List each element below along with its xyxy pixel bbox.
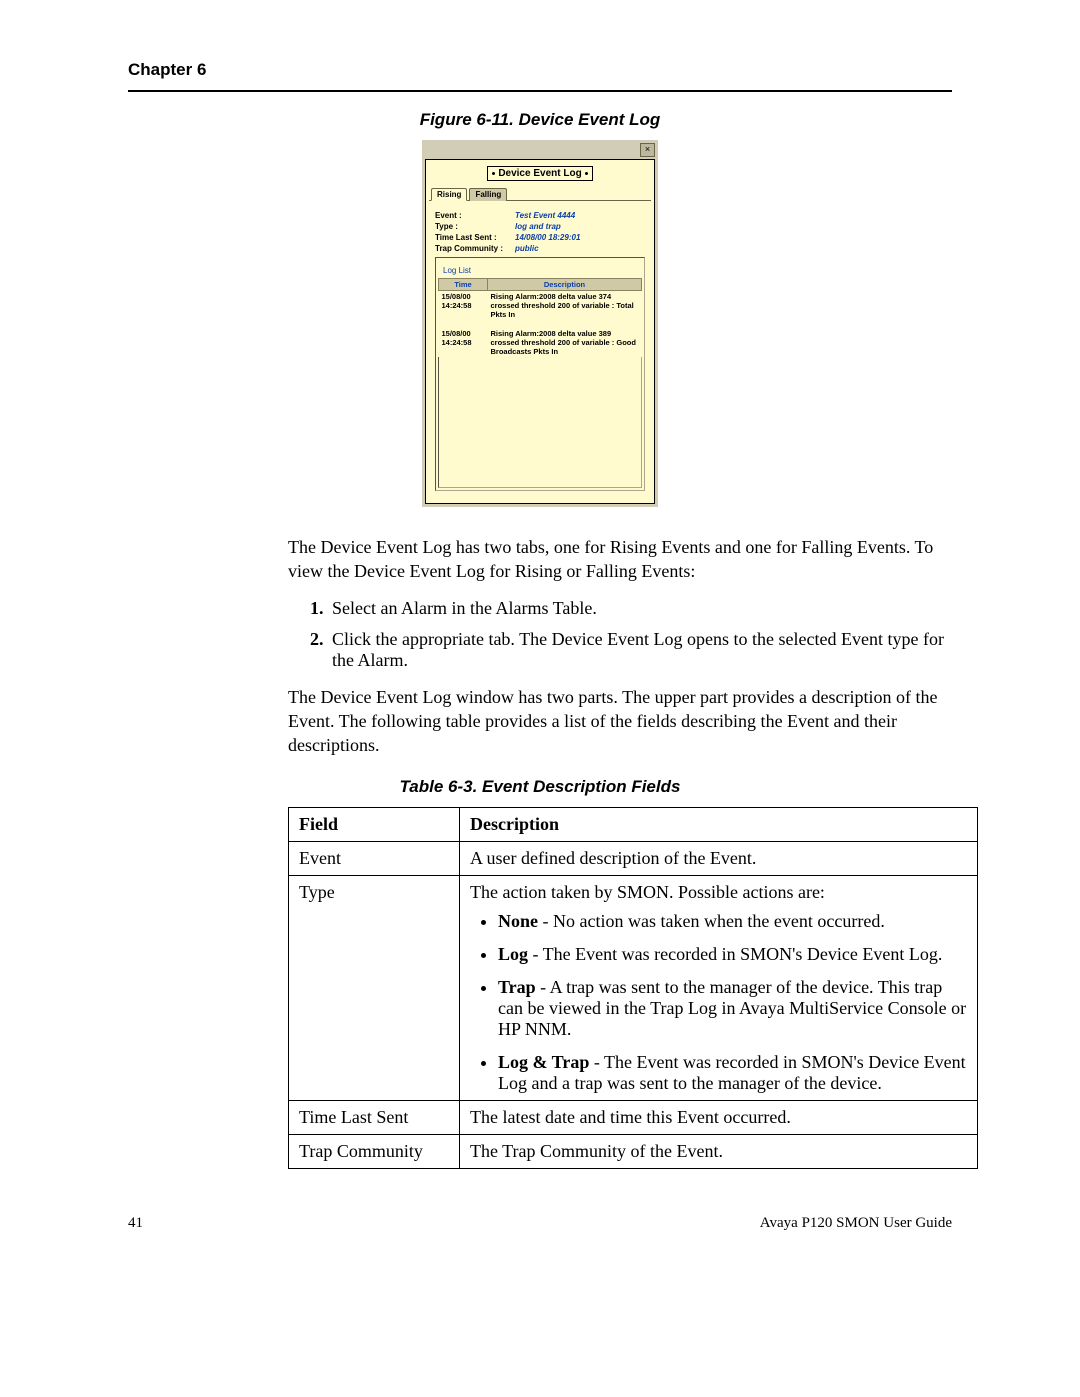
step-1: Select an Alarm in the Alarms Table. [328, 598, 952, 619]
log-th-desc: Description [488, 279, 642, 291]
dialog-title: Device Event Log [487, 166, 592, 181]
list-item: Log - The Event was recorded in SMON's D… [498, 944, 967, 965]
tab-falling[interactable]: Falling [469, 188, 507, 201]
table-row: Trap Community The Trap Community of the… [289, 1135, 978, 1169]
field-trapcommunity-label: Trap Community : [435, 244, 515, 253]
tab-rising[interactable]: Rising [431, 188, 467, 201]
close-icon[interactable]: × [640, 143, 655, 157]
event-description-table: Field Description Event A user defined d… [288, 807, 978, 1169]
step-2: Click the appropriate tab. The Device Ev… [328, 629, 952, 671]
field-event-value: Test Event 4444 [515, 211, 645, 220]
table-row: Event A user defined description of the … [289, 842, 978, 876]
dialog-outer: × Device Event Log Rising Falling Ev [422, 140, 658, 507]
log-row: 15/08/00 14:24:58 Rising Alarm:2008 delt… [439, 328, 642, 357]
table-row: Type The action taken by SMON. Possible … [289, 876, 978, 1101]
dot-icon [585, 172, 588, 175]
th-field: Field [289, 808, 460, 842]
loglist-frame: Log List Time Description [435, 257, 645, 491]
guide-title: Avaya P120 SMON User Guide [760, 1215, 952, 1232]
field-trapcommunity-value: public [515, 244, 645, 253]
table-caption: Table 6-3. Event Description Fields [128, 777, 952, 797]
paragraph: The Device Event Log has two tabs, one f… [288, 535, 952, 584]
field-type-value: log and trap [515, 222, 645, 231]
field-event-label: Event : [435, 211, 515, 220]
list-item: Log & Trap - The Event was recorded in S… [498, 1052, 967, 1094]
header-rule [128, 90, 952, 92]
chapter-header: Chapter 6 [128, 60, 952, 80]
field-timelastsent-value: 14/08/00 18:29:01 [515, 233, 645, 242]
field-type-label: Type : [435, 222, 515, 231]
type-intro: The action taken by SMON. Possible actio… [470, 882, 967, 903]
list-item: None - No action was taken when the even… [498, 911, 967, 932]
list-item: Trap - A trap was sent to the manager of… [498, 977, 967, 1040]
tab-pane: Event : Test Event 4444 Type : log and t… [429, 200, 651, 499]
page-number: 41 [128, 1215, 143, 1232]
field-timelastsent-label: Time Last Sent : [435, 233, 515, 242]
log-table: Time Description 15/08/00 14:24:58 [438, 278, 642, 357]
body-text: The Device Event Log has two tabs, one f… [128, 535, 952, 757]
paragraph: The Device Event Log window has two part… [288, 685, 952, 758]
dot-icon [492, 172, 495, 175]
loglist-label: Log List [441, 266, 473, 275]
figure-caption: Figure 6-11. Device Event Log [128, 110, 952, 130]
page-footer: 41 Avaya P120 SMON User Guide [128, 1215, 952, 1232]
dialog-title-text: Device Event Log [498, 168, 581, 179]
log-th-time: Time [439, 279, 488, 291]
log-row: 15/08/00 14:24:58 Rising Alarm:2008 delt… [439, 291, 642, 321]
figure-device-event-log: × Device Event Log Rising Falling Ev [128, 140, 952, 507]
th-description: Description [460, 808, 978, 842]
table-row: Time Last Sent The latest date and time … [289, 1101, 978, 1135]
